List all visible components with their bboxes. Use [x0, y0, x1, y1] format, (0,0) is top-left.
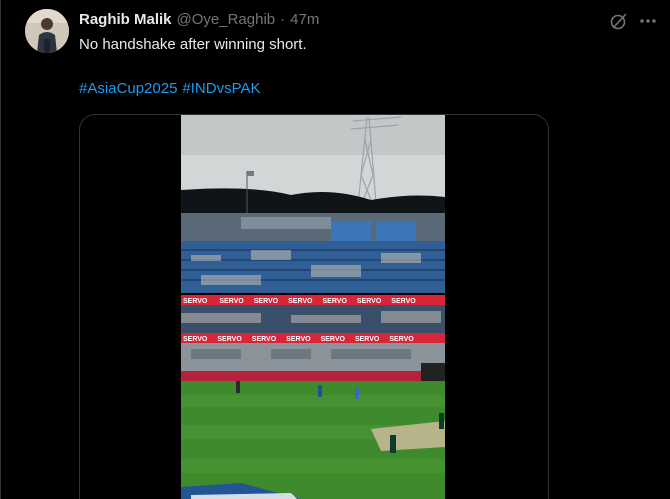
- author-display-name[interactable]: Raghib Malik: [79, 10, 172, 30]
- more-options-icon[interactable]: [638, 11, 658, 31]
- tweet-text: No handshake after winning short.: [79, 36, 307, 53]
- boundary-boards: [181, 371, 445, 381]
- avatar-image: [25, 9, 69, 53]
- tweet-card[interactable]: Raghib Malik @Oye_Raghib · 47m No handsh…: [0, 0, 670, 499]
- hashtag-link[interactable]: #AsiaCup2025: [79, 79, 177, 99]
- avatar[interactable]: [25, 9, 69, 53]
- video-frame: SERVO SERVO SERVO SERVO SERVO SERVO SERVO SER…: [181, 115, 445, 499]
- tweet-media[interactable]: SERVO SERVO SERVO SERVO SERVO SERVO SERVO SER…: [79, 114, 549, 499]
- grok-icon[interactable]: [609, 11, 629, 31]
- hashtag-list: #AsiaCup2025 #INDvsPAK: [79, 79, 261, 99]
- screen-panel: [331, 221, 371, 243]
- video-player[interactable]: SERVO SERVO SERVO SERVO SERVO SERVO SERVO SER…: [181, 115, 445, 499]
- tweet-header: Raghib Malik @Oye_Raghib · 47m: [79, 10, 319, 30]
- author-handle[interactable]: @Oye_Raghib: [177, 10, 276, 30]
- hashtag-link[interactable]: #INDvsPAK: [182, 79, 260, 99]
- header-separator: ·: [280, 11, 286, 28]
- tweet-timestamp[interactable]: 47m: [290, 10, 319, 30]
- grok-icon-svg: [610, 13, 627, 30]
- more-options-icon-svg: [640, 19, 656, 23]
